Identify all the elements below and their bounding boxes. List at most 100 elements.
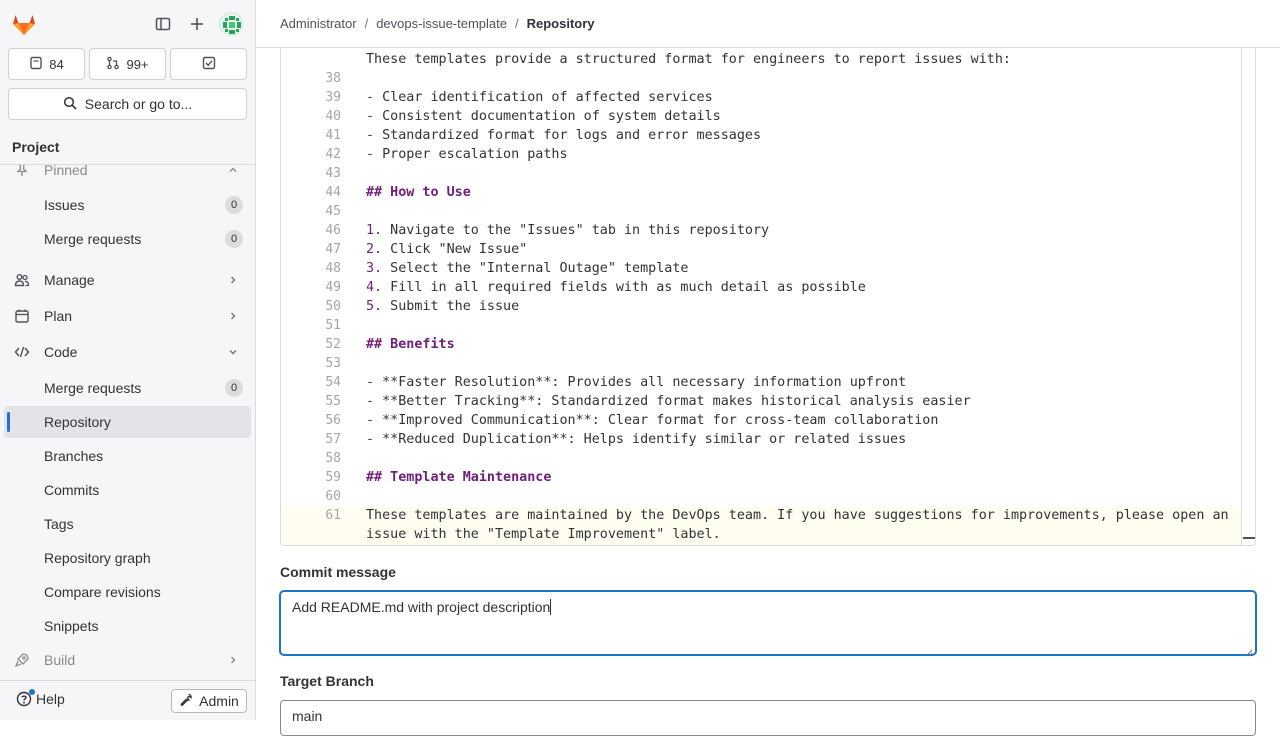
line-content: 1. Navigate to the "Issues" tab in this … — [366, 221, 769, 240]
code-line[interactable]: 52 ## Benefits — [281, 335, 1241, 354]
help-button[interactable]: Help — [16, 689, 65, 707]
sidebar-item-label: Tags — [44, 516, 74, 532]
list-marker: - — [366, 394, 375, 409]
resize-handle-icon[interactable] — [1245, 644, 1253, 657]
target-branch-input[interactable]: main — [280, 700, 1256, 736]
line-number: 51 — [325, 318, 341, 333]
code-line[interactable]: 58 — [281, 449, 1241, 468]
code-line[interactable]: 43 — [281, 164, 1241, 183]
sidebar-item-code[interactable]: Code — [4, 336, 251, 368]
code-line[interactable]: 51 — [281, 316, 1241, 335]
code-line[interactable]: 50 5. Submit the issue — [281, 297, 1241, 316]
list-marker: 4. — [366, 280, 383, 295]
code-line[interactable]: 57 - **Reduced Duplication**: Helps ident… — [281, 430, 1241, 449]
chevron-down-icon — [225, 344, 241, 360]
sidebar-item-branches[interactable]: Branches — [4, 440, 251, 472]
sidebar-item-pinned-merge-requests[interactable]: Merge requests 0 — [4, 223, 251, 255]
users-icon — [14, 272, 30, 288]
wrench-icon — [179, 693, 193, 710]
code-line[interactable]: 41 - Standardized format for logs and err… — [281, 126, 1241, 145]
list-marker: - — [366, 109, 375, 124]
line-number: 46 — [325, 223, 341, 238]
sidebar-item-pinned[interactable]: Pinned — [4, 165, 251, 186]
line-number: 49 — [325, 280, 341, 295]
code-line[interactable]: issue with the "Template Improvement" la… — [281, 525, 1241, 544]
gitlab-logo-icon[interactable] — [10, 10, 38, 38]
sidebar-item-merge-requests[interactable]: Merge requests 0 — [4, 372, 251, 404]
sidebar-item-repository-graph[interactable]: Repository graph — [4, 542, 251, 574]
breadcrumb-item[interactable]: devops-issue-template — [376, 16, 507, 31]
code-line[interactable]: 53 — [281, 354, 1241, 373]
list-marker: 1. — [366, 223, 383, 238]
sidebar-item-tags[interactable]: Tags — [4, 508, 251, 540]
search-icon — [63, 96, 77, 113]
code-editor[interactable]: These templates provide a structured for… — [280, 30, 1256, 546]
line-text: Proper escalation paths — [374, 147, 568, 162]
list-marker: - — [366, 90, 375, 105]
line-text: Select the "Internal Outage" template — [382, 261, 689, 276]
line-number: 52 — [325, 337, 341, 352]
admin-label: Admin — [199, 693, 239, 709]
line-text: issue with the "Template Improvement" la… — [366, 527, 721, 542]
code-line[interactable]: 38 — [281, 69, 1241, 88]
line-text: **Reduced Duplication**: Helps identify … — [374, 432, 907, 447]
line-content: - **Faster Resolution**: Provides all ne… — [366, 373, 906, 392]
line-content: - **Improved Communication**: Clear form… — [366, 411, 938, 430]
search-button[interactable]: Search or go to... — [8, 88, 247, 120]
issues-counter-button[interactable]: 84 — [8, 48, 85, 80]
breadcrumb-item[interactable]: Administrator — [280, 16, 357, 31]
sidebar-item-manage[interactable]: Manage — [4, 264, 251, 296]
commit-message-input[interactable]: Add README.md with project description — [280, 591, 1256, 657]
sidebar-top-bar — [0, 0, 255, 48]
line-number: 60 — [325, 489, 341, 504]
sidebar-item-compare-revisions[interactable]: Compare revisions — [4, 576, 251, 608]
sidebar-item-repository[interactable]: Repository — [4, 406, 251, 438]
code-line[interactable]: 55 - **Better Tracking**: Standardized fo… — [281, 392, 1241, 411]
code-line[interactable]: 47 2. Click "New Issue" — [281, 240, 1241, 259]
create-new-icon[interactable] — [185, 12, 209, 36]
code-line[interactable]: These templates provide a structured for… — [281, 50, 1241, 69]
sidebar-toggle-icon[interactable] — [151, 12, 175, 36]
markdown-heading: ## How to Use — [366, 185, 471, 200]
todo-counter-button[interactable] — [170, 48, 247, 80]
code-line[interactable]: 61 These templates are maintained by the … — [281, 506, 1241, 525]
commit-message-text: Add README.md with project description — [292, 599, 551, 615]
sidebar-item-plan[interactable]: Plan — [4, 300, 251, 332]
code-line[interactable]: 56 - **Improved Communication**: Clear fo… — [281, 411, 1241, 430]
list-marker: - — [366, 147, 375, 162]
line-content: - **Reduced Duplication**: Helps identif… — [366, 430, 906, 449]
breadcrumb-current[interactable]: Repository — [527, 16, 595, 31]
admin-button[interactable]: Admin — [171, 689, 247, 713]
markdown-heading: ## Benefits — [366, 337, 455, 352]
code-line[interactable]: 45 — [281, 202, 1241, 221]
code-icon — [14, 344, 30, 360]
sidebar-item-snippets[interactable]: Snippets — [4, 610, 251, 642]
code-line[interactable]: 54 - **Faster Resolution**: Provides all … — [281, 373, 1241, 392]
chevron-right-icon — [225, 652, 241, 668]
sidebar-item-label: Build — [44, 652, 76, 668]
sidebar-item-pinned-issues[interactable]: Issues 0 — [4, 189, 251, 221]
line-content: - Proper escalation paths — [366, 145, 568, 164]
line-number: 44 — [325, 185, 341, 200]
code-line[interactable]: 42 - Proper escalation paths — [281, 145, 1241, 164]
code-line[interactable]: 48 3. Select the "Internal Outage" templa… — [281, 259, 1241, 278]
overview-ruler-marker — [1243, 537, 1255, 539]
sidebar-item-commits[interactable]: Commits — [4, 474, 251, 506]
line-content: These templates are maintained by the De… — [366, 506, 1229, 525]
code-line[interactable]: 46 1. Navigate to the "Issues" tab in thi… — [281, 221, 1241, 240]
line-number: 55 — [325, 394, 341, 409]
merge-requests-counter-button[interactable]: 99+ — [89, 48, 166, 80]
code-line[interactable]: 49 4. Fill in all required fields with as… — [281, 278, 1241, 297]
code-line[interactable]: 44 ## How to Use — [281, 183, 1241, 202]
line-number: 50 — [325, 299, 341, 314]
code-line[interactable]: 39 - Clear identification of affected ser… — [281, 88, 1241, 107]
project-section-title: Project — [0, 130, 255, 165]
editor-scrollbar[interactable] — [1241, 30, 1242, 545]
user-avatar[interactable] — [219, 12, 243, 36]
line-text: Click "New Issue" — [382, 242, 528, 257]
code-line[interactable]: 40 - Consistent documentation of system d… — [281, 107, 1241, 126]
code-line[interactable]: 60 — [281, 487, 1241, 506]
sidebar-item-build[interactable]: Build — [4, 644, 251, 676]
code-line[interactable]: 59 ## Template Maintenance — [281, 468, 1241, 487]
line-content: 3. Select the "Internal Outage" template — [366, 259, 688, 278]
